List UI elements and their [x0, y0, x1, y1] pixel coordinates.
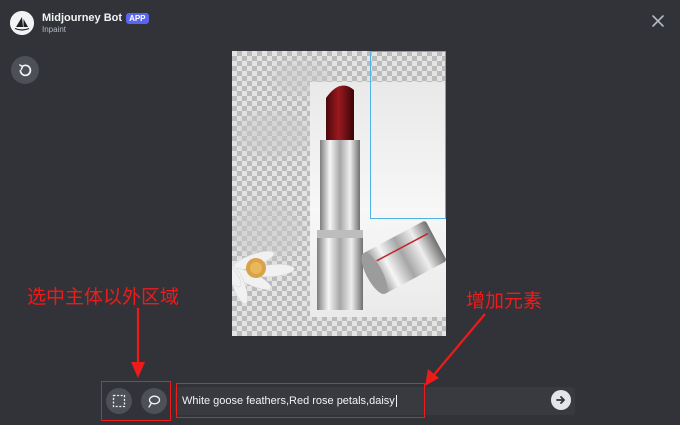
arrow-down-right — [425, 313, 486, 386]
annotation-arrows — [131, 308, 486, 386]
arrow-down-left — [131, 308, 145, 378]
